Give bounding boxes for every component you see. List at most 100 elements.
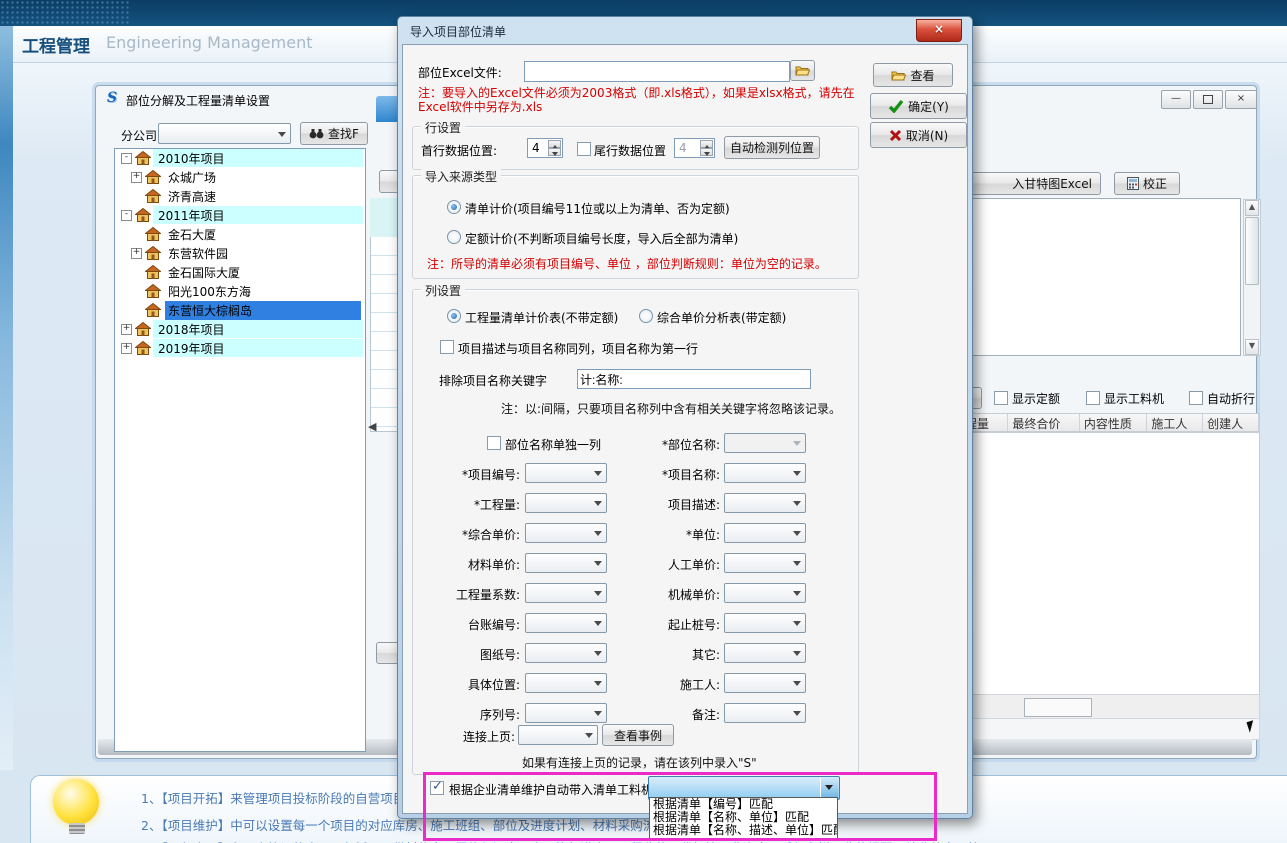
- tree-label[interactable]: 济青高速: [165, 187, 219, 206]
- material-price-combobox[interactable]: [525, 553, 607, 573]
- house-icon: [135, 322, 151, 336]
- expand-icon[interactable]: +: [131, 248, 142, 259]
- machine-price-combobox[interactable]: [724, 583, 806, 603]
- auto-wrap-checkbox[interactable]: [1189, 391, 1203, 405]
- row-settings-title: 行设置: [421, 119, 465, 136]
- view-button[interactable]: 查看: [873, 63, 953, 87]
- grid-header[interactable]: 施工人: [1147, 414, 1203, 431]
- minimize-button[interactable]: —: [1161, 90, 1191, 109]
- grid-header[interactable]: 内容性质: [1080, 414, 1148, 431]
- scroll-down-icon[interactable]: ▼: [1245, 339, 1259, 355]
- collapse-icon[interactable]: -: [121, 153, 132, 164]
- find-button[interactable]: 查找F: [300, 122, 368, 145]
- collapse-icon[interactable]: -: [121, 210, 132, 221]
- description-combobox[interactable]: [724, 493, 806, 513]
- spin-up-icon[interactable]: [548, 140, 561, 148]
- tree-label[interactable]: 东营软件园: [165, 244, 231, 263]
- horizontal-scrollbar[interactable]: [936, 718, 1260, 740]
- spin-up-icon[interactable]: [700, 140, 713, 148]
- excel-file-input[interactable]: [524, 61, 790, 82]
- last-row-spinner[interactable]: 4: [674, 138, 715, 158]
- ledger-no-combobox[interactable]: [525, 613, 607, 633]
- tree-label[interactable]: 众城广场: [165, 168, 219, 187]
- tree-label[interactable]: 2019年项目: [155, 339, 228, 358]
- ok-button[interactable]: 确定(Y): [870, 93, 967, 119]
- first-row-spinner[interactable]: 4: [527, 138, 563, 158]
- close-window-button[interactable]: ×: [1225, 90, 1257, 109]
- quantity-combobox[interactable]: [525, 493, 607, 513]
- grid-header[interactable]: 最终合价: [1008, 414, 1079, 431]
- remark-combobox[interactable]: [724, 703, 806, 723]
- tree-row[interactable]: 金石国际大厦: [115, 263, 365, 282]
- maximize-button[interactable]: [1193, 90, 1223, 109]
- standalone-part-checkbox[interactable]: [487, 436, 501, 450]
- location-combobox[interactable]: [525, 673, 607, 693]
- folder-icon: [891, 70, 906, 81]
- same-column-checkbox[interactable]: [440, 340, 454, 354]
- quantity-factor-combobox[interactable]: [525, 583, 607, 603]
- composite-price-combobox[interactable]: [525, 523, 607, 543]
- status-input[interactable]: [1024, 698, 1092, 717]
- serial-no-combobox[interactable]: [525, 703, 607, 723]
- tree-row[interactable]: - 2011年项目: [115, 206, 365, 225]
- tree-label[interactable]: 2011年项目: [155, 206, 228, 225]
- branch-combobox[interactable]: [158, 123, 291, 144]
- memo-scrollbar[interactable]: ▲ ▼: [1243, 199, 1261, 356]
- field-label: 起止桩号:: [608, 616, 720, 633]
- other-combobox[interactable]: [724, 643, 806, 663]
- tree-label[interactable]: 东营恒大棕榈岛: [165, 301, 361, 320]
- tree-row-selected[interactable]: 东营恒大棕榈岛: [115, 301, 365, 320]
- file-format-note-line2: Excel软件中另存为.xls: [418, 98, 542, 115]
- unit-analysis-radio[interactable]: [639, 309, 653, 323]
- tree-label[interactable]: 金石大厦: [165, 225, 219, 244]
- tree-row[interactable]: - 2010年项目: [115, 149, 365, 168]
- last-row-checkbox[interactable]: [577, 142, 591, 156]
- boq-table-radio[interactable]: [447, 309, 461, 323]
- exclude-keywords-input[interactable]: [577, 369, 811, 389]
- grid-body[interactable]: [936, 432, 1260, 696]
- dialog-close-button[interactable]: ×: [916, 19, 962, 42]
- memo-area[interactable]: [939, 198, 1241, 356]
- tree-row[interactable]: + 东营软件园: [115, 244, 365, 263]
- show-quota-checkbox[interactable]: [994, 391, 1008, 405]
- auto-detect-button[interactable]: 自动检测列位置: [724, 136, 820, 159]
- tree-row[interactable]: +2019年项目: [115, 339, 365, 358]
- tree-row[interactable]: +2018年项目: [115, 320, 365, 339]
- scrollbar-thumb[interactable]: [1245, 217, 1259, 285]
- stake-no-combobox[interactable]: [724, 613, 806, 633]
- spin-down-icon[interactable]: [700, 148, 713, 156]
- spin-down-icon[interactable]: [548, 148, 561, 156]
- quota-pricing-radio[interactable]: [447, 230, 461, 244]
- calibrate-button[interactable]: 校正: [1114, 172, 1180, 195]
- list-pricing-label: 清单计价(项目编号11位或以上为清单、否为定额): [465, 200, 730, 217]
- tree-label[interactable]: 2010年项目: [155, 149, 228, 168]
- list-pricing-radio[interactable]: [447, 200, 461, 214]
- link-prev-page-combobox[interactable]: [518, 725, 598, 745]
- unit-combobox[interactable]: [724, 523, 806, 543]
- worker-combobox[interactable]: [724, 673, 806, 693]
- tree-row[interactable]: 金石大厦: [115, 225, 365, 244]
- show-materials-checkbox[interactable]: [1086, 391, 1100, 405]
- tree-row[interactable]: 阳光100东方海: [115, 282, 365, 301]
- tree-row[interactable]: + 众城广场: [115, 168, 365, 187]
- scroll-up-icon[interactable]: ▲: [1245, 200, 1259, 216]
- expand-icon[interactable]: +: [131, 172, 142, 183]
- labor-price-combobox[interactable]: [724, 553, 806, 573]
- tree-label[interactable]: 金石国际大厦: [165, 263, 243, 282]
- expand-icon[interactable]: +: [121, 324, 132, 335]
- project-name-combobox[interactable]: [724, 463, 806, 483]
- grid-header[interactable]: 创建人: [1203, 414, 1259, 431]
- tree-row[interactable]: 济青高速: [115, 187, 365, 206]
- cancel-button[interactable]: 取消(N): [870, 122, 967, 148]
- expand-icon[interactable]: +: [121, 343, 132, 354]
- collapse-left-icon[interactable]: ◀: [368, 420, 376, 433]
- tree-label[interactable]: 2018年项目: [155, 320, 228, 339]
- standalone-part-label: 部位名称单独一列: [505, 436, 601, 453]
- project-no-combobox[interactable]: [525, 463, 607, 483]
- source-type-title: 导入来源类型: [421, 168, 501, 185]
- tree-label[interactable]: 阳光100东方海: [165, 282, 254, 301]
- drawing-no-combobox[interactable]: [525, 643, 607, 663]
- browse-file-button[interactable]: [790, 60, 815, 81]
- view-example-button[interactable]: 查看事例: [602, 724, 674, 746]
- part-name-combobox[interactable]: [724, 433, 806, 453]
